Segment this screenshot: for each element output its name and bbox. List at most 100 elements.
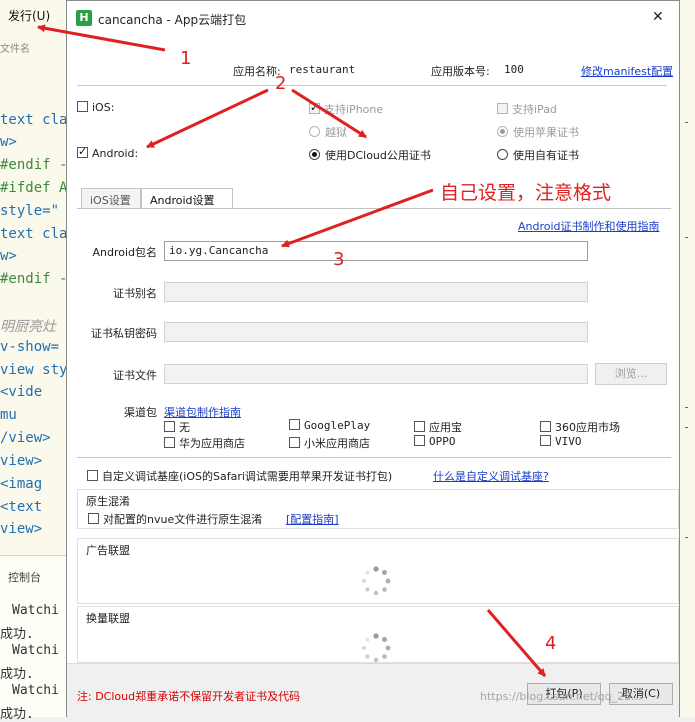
channel-option[interactable]: 华为应用商店 [164, 435, 245, 451]
support-iphone-label: 支持iPhone [324, 103, 384, 116]
use-apple-cert-radio[interactable] [497, 126, 508, 137]
android-option[interactable]: Android: [77, 145, 139, 160]
use-dcloud-cert-option[interactable]: 使用DCloud公用证书 [309, 147, 431, 163]
close-icon[interactable]: ✕ [652, 9, 664, 25]
support-iphone-option[interactable]: 支持iPhone [309, 101, 383, 117]
channel-checkbox[interactable] [289, 437, 300, 448]
channel-label: 应用宝 [429, 421, 462, 434]
code-line: view sty [0, 362, 68, 378]
native-mix-checkbox[interactable] [88, 513, 99, 524]
watermark: https://blog.csdn.net/qq_28... [480, 690, 642, 703]
loading-spinner-icon [362, 633, 391, 663]
channel-checkbox[interactable] [540, 421, 551, 432]
ios-label: iOS: [92, 101, 115, 114]
code-line: style=" [0, 203, 60, 219]
editor-marker: - [683, 530, 691, 544]
use-apple-cert-option[interactable]: 使用苹果证书 [497, 124, 579, 140]
console-line: Watchi [12, 603, 59, 618]
custom-base-help-link[interactable]: 什么是自定义调试基座? [433, 468, 549, 484]
code-line: #endif - [0, 271, 68, 287]
console-line: Watchi [12, 683, 59, 698]
channel-label: 渠道包 [124, 406, 157, 419]
app-pack-dialog: H cancancha - App云端打包 ✕ 应用名称: restaurant… [66, 0, 680, 717]
code-line: #endif - [0, 157, 68, 173]
console-title: 控制台 [8, 571, 41, 584]
ios-checkbox[interactable] [77, 101, 88, 112]
tab-android-settings[interactable]: Android设置 [141, 188, 233, 210]
channel-option[interactable]: OPPO [414, 435, 456, 448]
code-line: view> [0, 521, 43, 537]
code-line: view> [0, 453, 43, 469]
app-version-label: 应用版本号: [431, 65, 490, 78]
channel-option[interactable]: 无 [164, 419, 190, 435]
channel-checkbox[interactable] [289, 419, 300, 430]
console-line: 成功. [0, 667, 34, 682]
channel-checkbox[interactable] [164, 421, 175, 432]
package-name-label: Android包名 [92, 246, 157, 259]
cert-file-input[interactable] [164, 364, 588, 384]
dialog-title: cancancha - App云端打包 [98, 13, 247, 27]
code-line: /view> [0, 430, 51, 446]
tab-ios-settings[interactable]: iOS设置 [81, 188, 141, 209]
code-line: v-show= [0, 339, 60, 355]
code-line: text cla [0, 226, 68, 242]
exchange-union-title: 换量联盟 [86, 612, 130, 625]
custom-base-checkbox[interactable] [87, 470, 98, 481]
native-mix-guide-link[interactable]: [配置指南] [286, 511, 339, 527]
modify-manifest-link[interactable]: 修改manifest配置 [581, 63, 673, 79]
channel-checkbox[interactable] [540, 435, 551, 446]
channel-option[interactable]: VIVO [540, 435, 582, 448]
support-iphone-checkbox[interactable] [309, 101, 320, 114]
browse-button[interactable]: 浏览... [595, 363, 667, 385]
cert-alias-input[interactable] [164, 282, 588, 302]
channel-guide-link[interactable]: 渠道包制作指南 [164, 404, 241, 420]
annotation-note: 自己设置，注意格式 [440, 182, 612, 204]
dialog-titlebar: H cancancha - App云端打包 ✕ [67, 1, 679, 35]
editor-marker: - [683, 230, 691, 244]
editor-marker: - [683, 115, 691, 129]
channel-option[interactable]: GooglePlay [289, 419, 370, 432]
cert-password-input[interactable] [164, 322, 588, 342]
use-own-cert-option[interactable]: 使用自有证书 [497, 147, 579, 163]
use-own-cert-radio[interactable] [497, 149, 508, 160]
support-ipad-option[interactable]: 支持iPad [497, 101, 557, 117]
channel-option[interactable]: 应用宝 [414, 419, 462, 435]
channel-checkbox[interactable] [414, 421, 425, 432]
yueyu-option[interactable]: 越狱 [309, 124, 347, 140]
divider [77, 85, 667, 86]
code-line: #ifdef A [0, 180, 68, 196]
code-line: <text [0, 499, 43, 515]
custom-base-label: 自定义调试基座(iOS的Safari调试需要用苹果开发证书打包) [102, 470, 393, 483]
support-ipad-checkbox[interactable] [497, 103, 508, 114]
channel-option[interactable]: 小米应用商店 [289, 435, 370, 451]
android-label: Android: [92, 147, 139, 160]
use-dcloud-cert-radio[interactable] [309, 149, 320, 160]
ad-union-title: 广告联盟 [86, 544, 130, 557]
code-line: text cla [0, 112, 68, 128]
menu-publish[interactable]: 发行(U) [8, 7, 50, 24]
ad-union-section: 广告联盟 [77, 538, 679, 604]
cert-password-label: 证书私钥密码 [91, 327, 157, 340]
console-line: 成功. [0, 707, 34, 722]
channel-label: 360应用市场 [555, 421, 620, 434]
yueyu-radio[interactable] [309, 126, 320, 137]
code-line: mu [0, 407, 17, 423]
use-own-cert-label: 使用自有证书 [513, 149, 579, 162]
package-name-input[interactable]: io.yg.Cancancha [164, 241, 588, 261]
yueyu-label: 越狱 [325, 126, 347, 139]
code-line: <imag [0, 476, 43, 492]
loading-spinner-icon [362, 566, 391, 596]
channel-option[interactable]: 360应用市场 [540, 419, 620, 435]
channel-checkbox[interactable] [414, 435, 425, 446]
custom-base-option[interactable]: 自定义调试基座(iOS的Safari调试需要用苹果开发证书打包) [87, 468, 392, 484]
android-cert-guide-link[interactable]: Android证书制作和使用指南 [518, 218, 660, 234]
code-line: w> [0, 134, 17, 150]
cert-file-label: 证书文件 [113, 369, 157, 382]
android-checkbox[interactable] [77, 145, 88, 158]
code-line: <vide [0, 384, 43, 400]
code-line: w> [0, 248, 17, 264]
footer-note: 注: DCloud郑重承诺不保留开发者证书及代码 [77, 690, 301, 703]
channel-checkbox[interactable] [164, 437, 175, 448]
native-mix-option[interactable]: 对配置的nvue文件进行原生混淆 [88, 511, 262, 527]
ios-option[interactable]: iOS: [77, 101, 114, 114]
